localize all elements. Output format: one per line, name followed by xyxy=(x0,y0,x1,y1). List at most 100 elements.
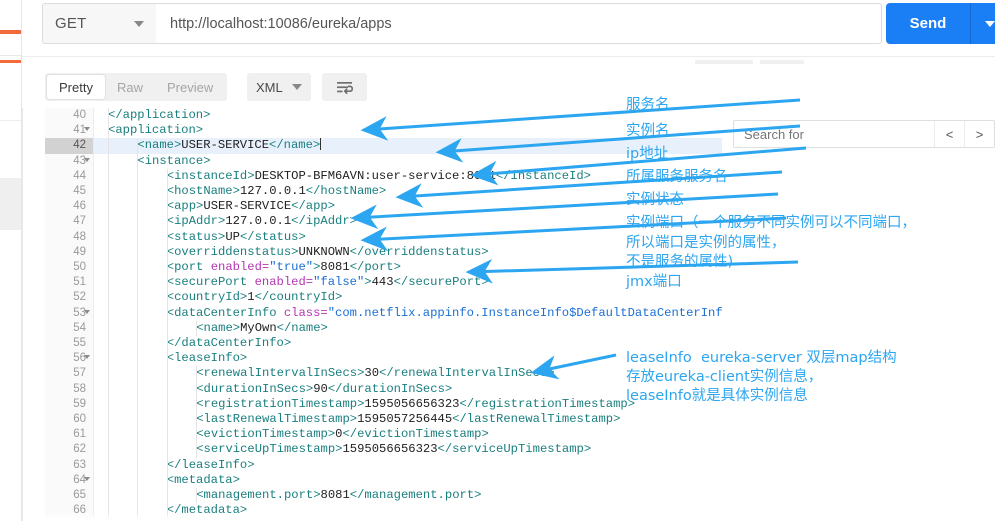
code-token-val: "true" xyxy=(269,260,314,274)
fold-toggle-icon[interactable] xyxy=(84,157,90,162)
code-token-tag: </name> xyxy=(276,320,328,335)
line-number: 47 xyxy=(73,215,86,228)
code-panel-left-border xyxy=(22,108,23,521)
indent-guide xyxy=(108,305,109,321)
code-token-txt: DESKTOP-BFM6AVN:user-service:8081 xyxy=(254,168,496,183)
code-line-text: <hostName>127.0.0.1</hostName> xyxy=(94,184,722,200)
indent-guide xyxy=(108,488,109,504)
line-number: 55 xyxy=(73,337,86,349)
indent-guide xyxy=(137,168,139,184)
response-format-selector[interactable]: XML xyxy=(247,73,311,101)
code-line-text: <durationInSecs>90</durationInSecs> xyxy=(94,381,722,397)
code-line-text: <ipAddr>127.0.0.1</ipAddr> xyxy=(94,214,722,230)
postman-response-screen: GET http://localhost:10086/eureka/apps S… xyxy=(0,0,995,521)
indent-guide xyxy=(108,290,109,306)
code-token-tag: <name> xyxy=(137,138,182,153)
response-search-box[interactable]: < > xyxy=(733,120,995,148)
indent-guide xyxy=(196,396,198,412)
indent-guide xyxy=(196,381,198,397)
code-line-text: <port enabled="true">8081</port> xyxy=(94,260,722,276)
code-token-tag: <instance> xyxy=(137,153,211,168)
code-line-text: <overriddenstatus>UNKNOWN</overriddensta… xyxy=(94,244,722,260)
indent-guide xyxy=(166,412,168,428)
code-line-text: <renewalIntervalInSecs>30</renewalInterv… xyxy=(94,366,722,382)
indent-guide xyxy=(108,108,109,124)
indent-guide xyxy=(108,168,109,184)
code-token-txt: USER-SERVICE xyxy=(203,199,292,214)
code-line-text: <leaseInfo> xyxy=(94,351,722,367)
code-line-text: <registrationTimestamp>1595056656323</re… xyxy=(94,396,722,412)
code-line-text: <serviceUpTimestamp>1595056656323</servi… xyxy=(94,442,722,458)
code-token-txt: 1595056656323 xyxy=(364,396,460,411)
indent-guide xyxy=(196,442,198,458)
code-token-attr: class= xyxy=(283,305,328,320)
code-token-tag: </hostName> xyxy=(305,184,387,198)
indent-guide xyxy=(137,488,139,504)
indent-guide xyxy=(108,199,109,215)
send-button-label: Send xyxy=(909,15,947,32)
indent-guide xyxy=(137,138,139,154)
request-url-text: http://localhost:10086/eureka/apps xyxy=(170,15,392,32)
code-token-tag: </evictionTimestamp> xyxy=(342,427,489,442)
code-token-tag: </serviceUpTimestamp> xyxy=(437,442,592,457)
code-token-tag: <port xyxy=(166,260,211,274)
fold-toggle-icon[interactable] xyxy=(84,476,90,481)
code-token-attr: enabled= xyxy=(254,275,314,290)
indent-guide xyxy=(166,366,168,382)
indent-guide xyxy=(108,320,109,336)
indent-guide xyxy=(196,366,198,382)
indent-guide xyxy=(137,305,139,321)
response-toolbar: Pretty Raw Preview XML xyxy=(22,64,995,108)
rail-block xyxy=(0,178,22,230)
indent-guide xyxy=(166,184,168,200)
indent-guide xyxy=(166,168,168,184)
tab-raw[interactable]: Raw xyxy=(105,75,155,99)
tab-preview[interactable]: Preview xyxy=(155,75,225,99)
fold-toggle-icon[interactable] xyxy=(84,309,90,314)
line-number: 60 xyxy=(73,413,86,425)
code-token-tag: </app> xyxy=(291,199,336,214)
code-line-text: <securePort enabled="false">443</secureP… xyxy=(94,275,722,291)
code-line-text: <lastRenewalTimestamp>1595057256445</las… xyxy=(94,412,722,428)
indent-guide xyxy=(108,442,109,458)
send-button[interactable]: Send xyxy=(886,3,970,44)
code-token-tag: <application> xyxy=(108,123,204,138)
code-token-tag: <dataCenterInfo xyxy=(166,305,284,320)
indent-guide xyxy=(137,336,139,352)
line-number: 63 xyxy=(73,458,86,471)
search-input[interactable] xyxy=(734,125,934,143)
indent-guide xyxy=(196,320,198,336)
indent-guide xyxy=(166,442,168,458)
indent-guide xyxy=(137,290,139,306)
code-token-txt: 1595057256445 xyxy=(357,412,453,426)
code-token-tag: </status> xyxy=(239,229,306,244)
line-number: 50 xyxy=(73,261,86,273)
code-token-tag: </instanceId> xyxy=(495,168,591,183)
code-token-tag: </renewalIntervalInSecs> xyxy=(379,366,555,381)
code-line-text: <instance> xyxy=(94,153,722,169)
send-options-button[interactable] xyxy=(970,3,995,44)
indent-guide xyxy=(137,442,139,458)
code-token-tag: <status> xyxy=(166,229,226,244)
fold-toggle-icon[interactable] xyxy=(84,127,90,132)
request-url-field[interactable]: http://localhost:10086/eureka/apps xyxy=(156,3,882,44)
response-body-viewer[interactable]: 40 </application> 41 <application> 42 <name>U… xyxy=(22,108,722,521)
indent-guide xyxy=(137,184,139,200)
code-token-tag: </port> xyxy=(349,260,401,274)
code-token-tag: <registrationTimestamp> xyxy=(196,396,365,411)
code-bottom-fade xyxy=(23,512,722,521)
code-token-txt: MyOwn xyxy=(240,320,277,335)
search-prev-button[interactable]: < xyxy=(934,121,964,147)
http-method-selector[interactable]: GET xyxy=(42,3,157,44)
rail-accent-second xyxy=(0,60,22,63)
tab-pretty[interactable]: Pretty xyxy=(47,75,105,99)
indent-guide xyxy=(137,199,139,215)
word-wrap-button[interactable] xyxy=(322,73,367,101)
indent-guide xyxy=(166,488,168,504)
code-token-tag: </ipAddr> xyxy=(291,214,357,229)
code-token-txt: 127.0.0.1 xyxy=(225,214,292,229)
search-next-button[interactable]: > xyxy=(964,121,994,147)
fold-toggle-icon[interactable] xyxy=(84,355,90,360)
indent-guide xyxy=(137,412,139,428)
indent-guide xyxy=(137,320,139,336)
